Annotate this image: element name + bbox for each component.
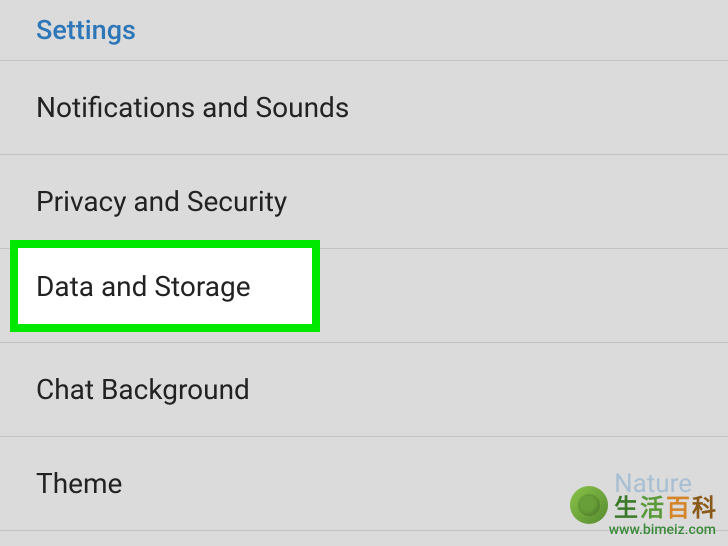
wm-char: 科 [692,488,716,523]
watermark-chinese: 生 活 百 科 [614,488,716,523]
settings-title: Settings [36,14,728,46]
watermark-logo-icon [570,486,608,524]
settings-item-privacy[interactable]: Privacy and Security [0,154,728,248]
settings-item-notifications[interactable]: Notifications and Sounds [0,60,728,154]
watermark-url: www.bimeiz.com [609,522,716,538]
watermark: 生 活 百 科 www.bimeiz.com [570,486,716,538]
watermark-top: 生 活 百 科 [570,486,716,524]
item-label: Theme [36,467,122,500]
settings-item-chat-background[interactable]: Chat Background [0,342,728,436]
highlight-box: Data and Storage [10,240,320,332]
highlight-label: Data and Storage [36,270,251,303]
item-label: Chat Background [36,373,250,406]
wm-char: 生 [614,488,638,523]
settings-header: Settings [0,0,728,60]
wm-char: 活 [640,488,664,523]
wm-char: 百 [666,488,690,523]
item-label: Privacy and Security [36,185,287,218]
item-label: Notifications and Sounds [36,91,349,124]
